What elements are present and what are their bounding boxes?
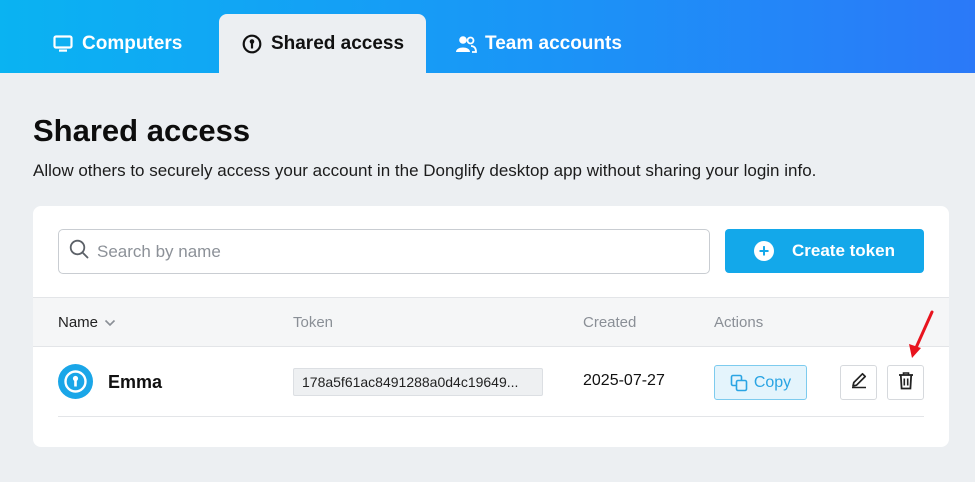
table-header: Name Token Created Actions [33, 297, 949, 347]
page-description: Allow others to securely access your acc… [33, 161, 817, 180]
plus-icon: + [754, 241, 774, 261]
column-header-actions: Actions [714, 314, 764, 331]
copy-label: Copy [753, 373, 792, 391]
trash-icon [897, 371, 915, 395]
tab-team-accounts[interactable]: Team accounts [455, 14, 622, 73]
table-row: Emma 178a5f61ac8491288a0d4c19649... 2025… [58, 347, 924, 417]
search-input[interactable] [97, 241, 677, 262]
annotation-arrow-icon [909, 310, 934, 358]
delete-button[interactable] [887, 365, 924, 400]
token-name: Emma [108, 372, 163, 392]
pencil-icon [850, 371, 868, 394]
search-box[interactable] [58, 229, 710, 274]
column-header-name[interactable]: Name [58, 314, 116, 331]
tab-computers[interactable]: Computers [52, 14, 182, 73]
column-header-name-label: Name [58, 314, 99, 331]
create-token-label: Create token [792, 241, 895, 260]
tab-shared-access[interactable]: Shared access [219, 14, 426, 73]
top-navigation: Computers Shared access Team accounts [0, 0, 975, 73]
token-value: 178a5f61ac8491288a0d4c19649... [293, 368, 543, 396]
copy-button[interactable]: Copy [714, 365, 807, 400]
edit-button[interactable] [840, 365, 877, 400]
copy-icon [730, 374, 748, 392]
tab-label: Computers [82, 32, 183, 54]
column-header-created: Created [583, 314, 637, 331]
users-icon [455, 33, 477, 55]
key-avatar-icon [58, 364, 93, 399]
search-icon [69, 239, 89, 264]
chevron-down-icon [104, 319, 116, 327]
key-icon [241, 33, 263, 55]
created-date: 2025-07-27 [583, 372, 665, 389]
monitor-icon [52, 33, 74, 55]
tokens-card: + Create token Name Token Created Action… [33, 206, 949, 447]
tab-label: Shared access [270, 32, 405, 54]
tab-label: Team accounts [485, 32, 622, 54]
column-header-token: Token [293, 314, 334, 331]
page-title: Shared access [33, 113, 251, 148]
create-token-button[interactable]: + Create token [725, 229, 924, 273]
